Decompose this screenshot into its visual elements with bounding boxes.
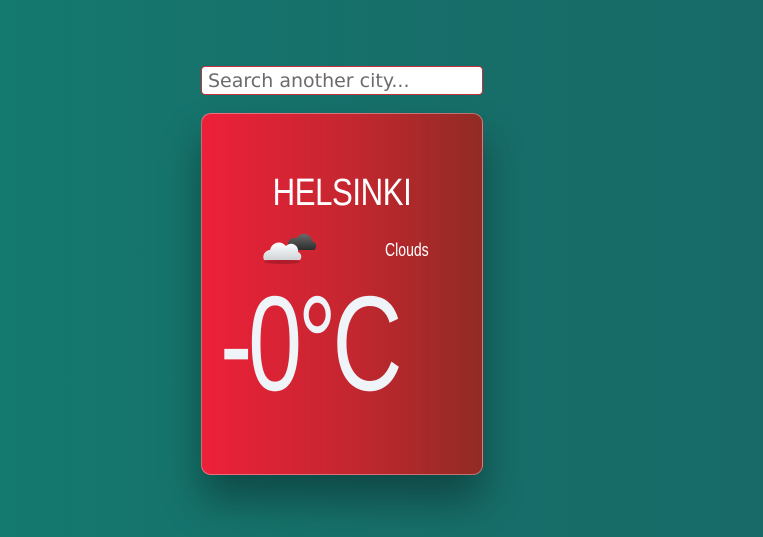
city-name: HELSINKI (272, 172, 412, 214)
search-input[interactable] (201, 66, 483, 95)
temperature: -0°C (220, 268, 403, 419)
clouds-icon (263, 233, 317, 264)
weather-card: HELSINKI Clouds -0°C (201, 113, 483, 475)
weather-description: Clouds (385, 240, 429, 260)
